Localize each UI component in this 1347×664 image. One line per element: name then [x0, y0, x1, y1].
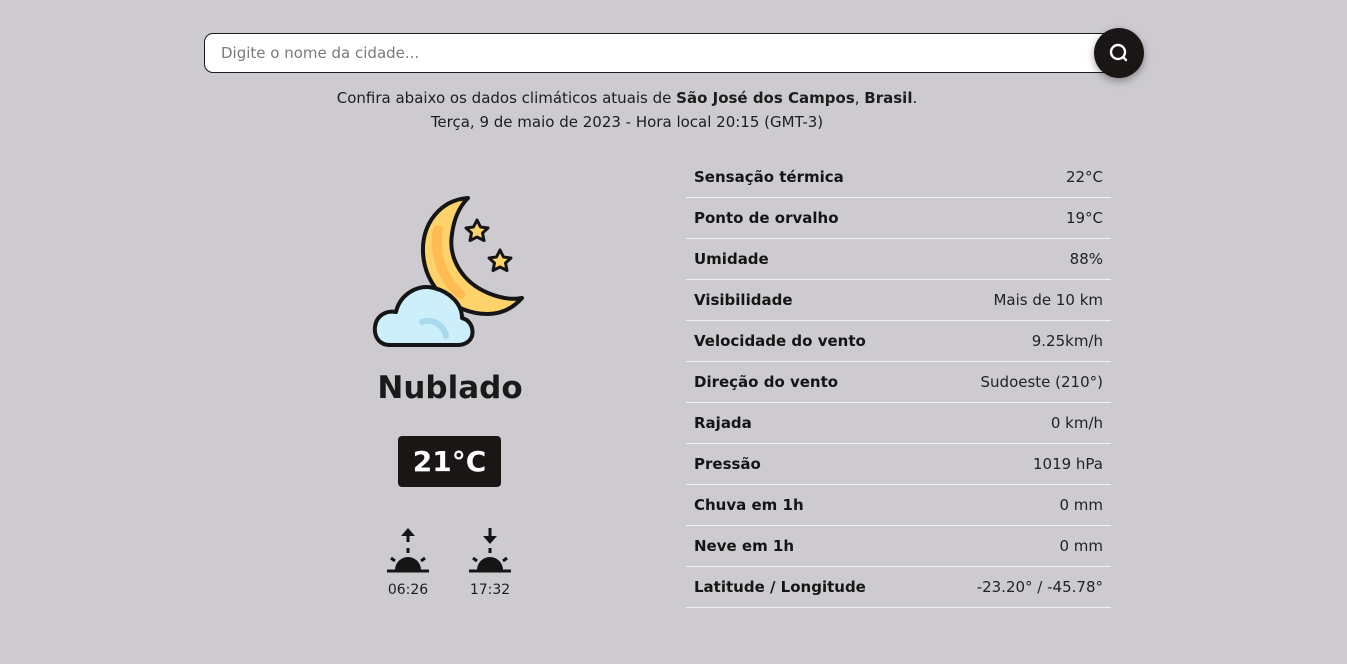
detail-label: Umidade: [694, 250, 769, 268]
weather-condition: Nublado: [377, 370, 523, 406]
sunset-time: 17:32: [469, 582, 511, 598]
city-search-input[interactable]: [204, 33, 1124, 73]
search-bar: [204, 28, 1144, 80]
detail-label: Pressão: [694, 455, 761, 473]
detail-label: Velocidade do vento: [694, 332, 866, 350]
detail-value: 19°C: [1065, 209, 1103, 227]
search-button[interactable]: [1094, 28, 1144, 78]
detail-row-pressure: Pressão 1019 hPa: [686, 444, 1111, 485]
detail-value: 9.25km/h: [1031, 332, 1103, 350]
detail-row-rain: Chuva em 1h 0 mm: [686, 485, 1111, 526]
info-suffix: .: [912, 89, 918, 107]
detail-row-gust: Rajada 0 km/h: [686, 403, 1111, 444]
detail-value: 88%: [1069, 250, 1103, 268]
location-info: Confira abaixo os dados climáticos atuai…: [0, 86, 1254, 134]
date-time-line: Terça, 9 de maio de 2023 - Hora local 20…: [430, 113, 824, 131]
detail-row-wind-speed: Velocidade do vento 9.25km/h: [686, 321, 1111, 362]
detail-label: Rajada: [694, 414, 752, 432]
detail-label: Sensação térmica: [694, 168, 844, 186]
detail-row-humidity: Umidade 88%: [686, 239, 1111, 280]
location-line: Confira abaixo os dados climáticos atuai…: [0, 86, 1254, 110]
moon-stars-cloud-icon: [372, 196, 524, 347]
weather-details-table: Sensação térmica 22°C Ponto de orvalho 1…: [686, 157, 1111, 608]
sunrise-icon: [387, 528, 429, 573]
detail-row-visibility: Visibilidade Mais de 10 km: [686, 280, 1111, 321]
detail-value: 1019 hPa: [1032, 455, 1103, 473]
detail-value: 22°C: [1065, 168, 1103, 186]
temperature-badge: 21°C: [398, 436, 501, 487]
sunrise-block: 06:26: [378, 526, 438, 598]
detail-label: Direção do vento: [694, 373, 839, 391]
detail-row-wind-direction: Direção do vento Sudoeste (210°): [686, 362, 1111, 403]
detail-row-feels-like: Sensação térmica 22°C: [686, 157, 1111, 198]
detail-label: Visibilidade: [694, 291, 793, 309]
detail-value: 0 mm: [1059, 496, 1103, 514]
detail-value: -23.20° / -45.78°: [976, 578, 1103, 596]
info-prefix: Confira abaixo os dados climáticos atuai…: [336, 89, 677, 107]
country-name: Brasil: [864, 89, 913, 107]
detail-row-snow: Neve em 1h 0 mm: [686, 526, 1111, 567]
detail-label: Ponto de orvalho: [694, 209, 839, 227]
sunrise-time: 06:26: [387, 582, 429, 598]
detail-label: Latitude / Longitude: [694, 578, 866, 596]
search-icon: [1109, 43, 1128, 62]
sunset-icon: [469, 528, 511, 573]
detail-label: Neve em 1h: [694, 537, 795, 555]
detail-row-dew-point: Ponto de orvalho 19°C: [686, 198, 1111, 239]
detail-value: Mais de 10 km: [993, 291, 1103, 309]
city-name: São José dos Campos: [676, 89, 855, 107]
info-separator: ,: [854, 89, 865, 107]
sunset-block: 17:32: [460, 526, 520, 598]
detail-label: Chuva em 1h: [694, 496, 804, 514]
detail-value: Sudoeste (210°): [980, 373, 1103, 391]
detail-value: 0 km/h: [1050, 414, 1103, 432]
detail-row-coordinates: Latitude / Longitude -23.20° / -45.78°: [686, 567, 1111, 608]
detail-value: 0 mm: [1059, 537, 1103, 555]
